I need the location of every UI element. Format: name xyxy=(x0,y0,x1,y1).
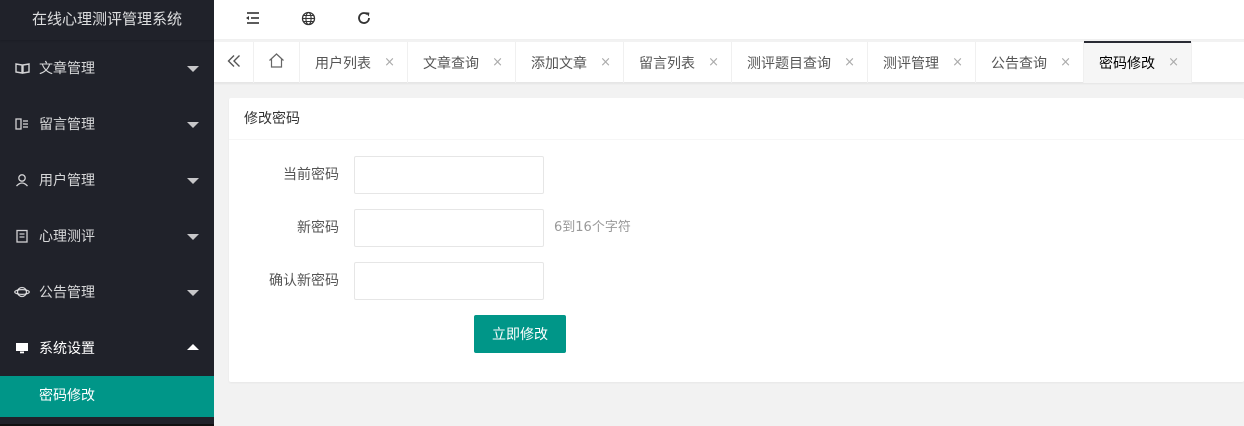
chevron-down-icon xyxy=(187,66,199,72)
chevron-up-icon xyxy=(187,344,199,350)
close-icon[interactable]: × xyxy=(844,56,855,69)
tab-assessment-management[interactable]: 测评管理 × xyxy=(868,42,976,83)
sidebar-item-label: 留言管理 xyxy=(39,117,95,133)
form-row-new-password: 新密码 6到16个字符 xyxy=(229,209,1244,247)
new-password-label: 新密码 xyxy=(297,220,339,236)
clipboard-icon xyxy=(14,229,30,243)
chevron-down-icon xyxy=(187,290,199,296)
tab-announcement-query[interactable]: 公告查询 × xyxy=(976,42,1084,83)
tab-label: 留言列表 xyxy=(639,55,695,72)
tab-label: 公告查询 xyxy=(991,55,1047,72)
message-board-icon xyxy=(14,117,30,131)
close-icon[interactable]: × xyxy=(952,56,963,69)
tab-home[interactable] xyxy=(254,42,300,83)
shrink-menu-icon xyxy=(244,11,260,29)
card-title: 修改密码 xyxy=(229,98,1244,140)
sidebar-subitem-change-password[interactable]: 密码修改 xyxy=(0,376,214,417)
website-button[interactable] xyxy=(280,0,336,40)
home-icon xyxy=(268,53,285,72)
sidebar-item-messages[interactable]: 留言管理 xyxy=(0,96,214,152)
user-icon xyxy=(14,173,30,187)
chevron-down-icon xyxy=(187,122,199,128)
planet-icon xyxy=(14,285,30,299)
tab-change-password[interactable]: 密码修改 × xyxy=(1084,41,1192,83)
double-chevron-left-icon xyxy=(227,54,241,72)
new-password-hint: 6到16个字符 xyxy=(554,220,631,235)
tab-label: 文章查询 xyxy=(423,55,479,72)
chevron-down-icon xyxy=(187,178,199,184)
sidebar-item-assessment[interactable]: 心理测评 xyxy=(0,208,214,264)
top-header xyxy=(214,0,1244,40)
tab-list: 用户列表 × 文章查询 × 添加文章 × 留言列表 × 测评题目查询 × 测评管… xyxy=(300,41,1192,83)
close-icon[interactable]: × xyxy=(708,56,719,69)
sidebar-item-settings[interactable]: 系统设置 xyxy=(0,320,214,376)
tab-message-list[interactable]: 留言列表 × xyxy=(624,42,732,83)
sidebar-item-announcements[interactable]: 公告管理 xyxy=(0,264,214,320)
sidebar-item-articles[interactable]: 文章管理 xyxy=(0,40,214,96)
app-title: 在线心理测评管理系统 xyxy=(0,0,214,40)
chevron-down-icon xyxy=(187,234,199,240)
tab-add-article[interactable]: 添加文章 × xyxy=(516,42,624,83)
close-icon[interactable]: × xyxy=(384,56,395,69)
shrink-menu-button[interactable] xyxy=(224,0,280,40)
book-icon xyxy=(14,61,30,75)
tab-label: 用户列表 xyxy=(315,55,371,72)
tab-label: 密码修改 xyxy=(1099,55,1155,72)
tab-article-query[interactable]: 文章查询 × xyxy=(408,42,516,83)
sidebar-item-label: 公告管理 xyxy=(39,285,95,301)
submit-change-button[interactable]: 立即修改 xyxy=(474,315,566,353)
close-icon[interactable]: × xyxy=(1060,56,1071,69)
current-password-input[interactable] xyxy=(354,156,544,194)
refresh-button[interactable] xyxy=(336,0,392,40)
new-password-input[interactable] xyxy=(354,209,544,247)
tab-label: 测评题目查询 xyxy=(747,55,831,72)
tab-scroll-left-button[interactable] xyxy=(214,42,254,83)
close-icon[interactable]: × xyxy=(600,56,611,69)
refresh-icon xyxy=(356,10,372,30)
close-icon[interactable]: × xyxy=(492,56,503,69)
confirm-password-input[interactable] xyxy=(354,262,544,300)
form-row-current-password: 当前密码 xyxy=(229,156,1244,194)
change-password-card: 修改密码 当前密码 新密码 6到16个字符 确认新密码 立即修改 xyxy=(229,98,1244,382)
form-row-confirm-password: 确认新密码 xyxy=(229,262,1244,300)
tab-label: 测评管理 xyxy=(883,55,939,72)
sidebar-item-label: 心理测评 xyxy=(39,229,95,245)
tab-question-query[interactable]: 测评题目查询 × xyxy=(732,42,868,83)
monitor-icon xyxy=(14,341,30,355)
tab-bar: 用户列表 × 文章查询 × 添加文章 × 留言列表 × 测评题目查询 × 测评管… xyxy=(214,41,1244,83)
close-icon[interactable]: × xyxy=(1168,56,1179,69)
tab-label: 添加文章 xyxy=(531,55,587,72)
sidebar-item-label: 系统设置 xyxy=(39,341,95,357)
sidebar-item-label: 文章管理 xyxy=(39,61,95,77)
globe-icon xyxy=(301,11,316,30)
confirm-password-label: 确认新密码 xyxy=(269,273,339,289)
current-password-label: 当前密码 xyxy=(283,167,339,183)
tab-user-list[interactable]: 用户列表 × xyxy=(300,42,408,83)
sidebar-item-users[interactable]: 用户管理 xyxy=(0,152,214,208)
sidebar: 在线心理测评管理系统 文章管理 留言管理 用户管理 心理测评 公告管理 系统设置… xyxy=(0,0,214,426)
sidebar-item-label: 用户管理 xyxy=(39,173,95,189)
